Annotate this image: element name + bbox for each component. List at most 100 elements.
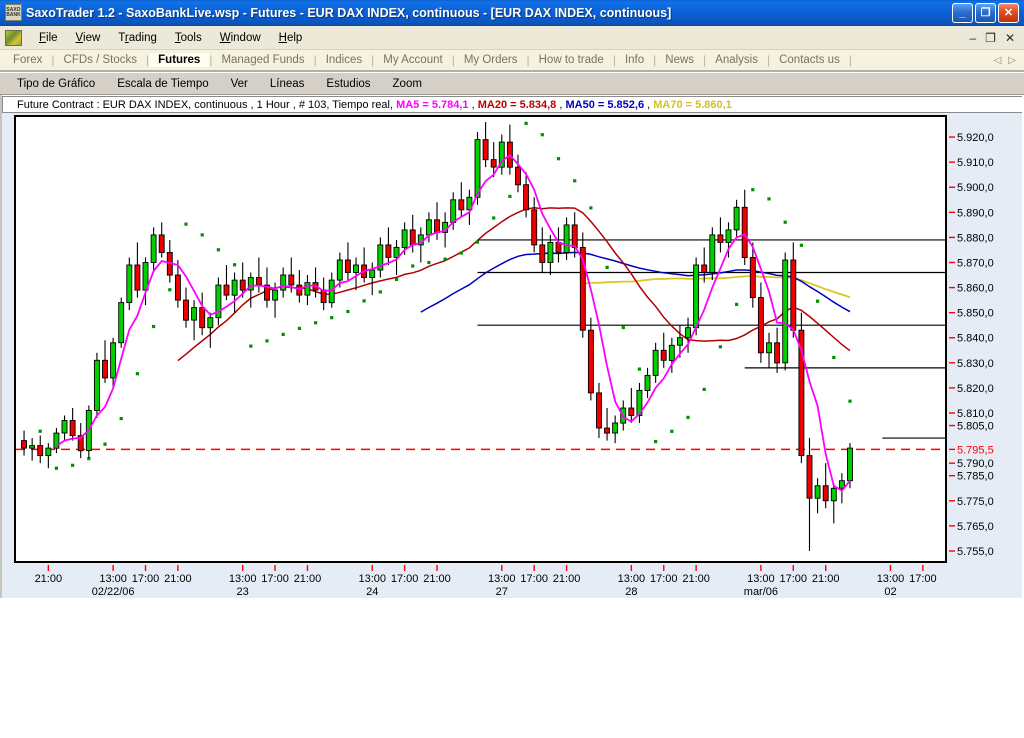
candle-body [757, 297, 764, 354]
menu-item-help[interactable]: Help [270, 30, 312, 46]
candle-body [199, 307, 206, 329]
menu-item-trading[interactable]: Trading [109, 30, 166, 46]
x-axis-time-label: 17:00 [909, 573, 937, 585]
candle-body [782, 259, 789, 364]
candle-body [660, 349, 667, 361]
chart-menu-tipo-de-grafico[interactable]: Tipo de Gráfico [6, 76, 106, 92]
y-axis-label: 5.870,0 [957, 257, 994, 269]
y-axis-label: 5.920,0 [957, 132, 994, 144]
chart-toolbar-items: Tipo de Gráfico Escala de Tiempo Ver Líneas… [6, 76, 433, 92]
candle-body [774, 342, 781, 364]
candle-body [223, 284, 230, 296]
chart-menu-zoom[interactable]: Zoom [382, 76, 433, 92]
nav-tab-cfds-stocks[interactable]: CFDs / Stocks [55, 53, 146, 67]
sar-dot [670, 429, 674, 433]
sar-dot [119, 417, 123, 421]
nav-tab-news[interactable]: News [656, 53, 703, 67]
chart-plot-area[interactable] [14, 115, 947, 563]
candle-body [385, 244, 392, 258]
x-axis-time-label: 21:00 [35, 573, 63, 585]
nav-tab-my-orders[interactable]: My Orders [455, 53, 527, 67]
candle-body [280, 274, 287, 291]
sar-dot [832, 355, 836, 360]
menu-bar: File View Trading Tools Window Help – ❐ ✕ [0, 26, 1024, 50]
close-button[interactable]: ✕ [998, 2, 1019, 23]
candle-body [709, 234, 716, 273]
sar-dot [686, 415, 690, 419]
mdi-restore-button[interactable]: ❐ [985, 31, 996, 45]
indicator-ma20-value: MA20 = 5.834,8 [477, 98, 557, 111]
chart-menu-estudios[interactable]: Estudios [315, 76, 381, 92]
minimize-button[interactable]: _ [952, 2, 973, 23]
sar-dot [702, 387, 706, 391]
nav-scroll-controls: ◁ ▷ [994, 55, 1024, 66]
sar-dot [394, 277, 399, 281]
candlestick-chart [16, 121, 945, 551]
y-axis-label: 5.840,0 [957, 333, 994, 345]
indicator-ma5-value: MA5 = 5.784,1 [396, 98, 469, 111]
y-axis-label: 5.765,0 [957, 521, 994, 533]
candle-body [272, 289, 279, 301]
title-bar: SAXO BANK SaxoTrader 1.2 - SaxoBankLive.w… [0, 0, 1024, 26]
candle-body [183, 299, 189, 321]
candle-body [231, 279, 238, 296]
sar-dot [427, 260, 431, 265]
menu-items: File View Trading Tools Window Help [30, 30, 311, 46]
x-axis-time-label: 13:00 [99, 573, 127, 585]
sar-dot [589, 206, 593, 210]
contract-info-text: Future Contract : EUR DAX INDEX, continu… [17, 98, 390, 111]
x-axis-time-label: 13:00 [747, 573, 775, 585]
nav-tab-managed-funds[interactable]: Managed Funds [212, 53, 313, 67]
sar-dot [718, 345, 722, 349]
candle-body [725, 229, 732, 243]
y-axis-label: 5.910,0 [957, 157, 994, 169]
candle-body [717, 234, 724, 243]
candle-body [701, 264, 708, 273]
document-icon [5, 29, 22, 46]
sar-dot [573, 179, 577, 183]
menu-item-view[interactable]: View [67, 30, 110, 46]
nav-tab-info[interactable]: Info [616, 53, 653, 67]
mdi-close-button[interactable]: ✕ [1005, 31, 1015, 45]
candle-body [766, 342, 772, 354]
nav-tab-my-account[interactable]: My Account [374, 53, 451, 67]
sar-dot [200, 233, 204, 237]
candle-body [118, 302, 125, 344]
candle-body [93, 359, 100, 411]
candle-body [749, 257, 756, 299]
chart-toolbar: Tipo de Gráfico Escala de Tiempo Ver Líneas… [0, 72, 1024, 95]
chart-panel: 5.920,0 5.910,0 5.900,0 5.890,0 5.880,0 5.870… [2, 113, 1022, 598]
sar-dot [362, 299, 366, 303]
sar-dot [216, 248, 220, 252]
sar-dot [816, 299, 820, 303]
sar-dot [799, 243, 803, 247]
indicator-separator: , [644, 98, 654, 111]
nav-tab-indices[interactable]: Indices [317, 53, 371, 67]
chart-menu-ver[interactable]: Ver [220, 76, 259, 92]
candle-body [296, 284, 303, 296]
menu-item-file[interactable]: File [30, 30, 67, 46]
mdi-minimize-button[interactable]: – [969, 31, 976, 45]
nav-tab-futures[interactable]: Futures [149, 53, 210, 67]
nav-tab-how-to-trade[interactable]: How to trade [530, 53, 613, 67]
candle-body [61, 420, 68, 434]
nav-scroll-right-icon[interactable]: ▷ [1008, 55, 1016, 66]
chart-menu-lineas[interactable]: Líneas [259, 76, 316, 92]
restore-button[interactable]: ❐ [975, 2, 996, 23]
candle-body [45, 447, 52, 457]
nav-tab-contacts-us[interactable]: Contacts us [770, 53, 849, 67]
x-axis-date-label: 24 [366, 586, 378, 598]
sar-dot [605, 265, 609, 269]
menu-item-tools[interactable]: Tools [166, 30, 211, 46]
candle-body [596, 392, 602, 429]
minimize-icon: _ [959, 6, 966, 19]
candle-body [741, 206, 748, 258]
nav-tab-forex[interactable]: Forex [4, 53, 51, 67]
menu-item-window[interactable]: Window [211, 30, 270, 46]
nav-tab-analysis[interactable]: Analysis [706, 53, 767, 67]
candle-body [134, 264, 141, 291]
candle-body [304, 282, 311, 296]
candle-body [806, 455, 813, 499]
chart-menu-escala-de-tiempo[interactable]: Escala de Tiempo [106, 76, 219, 92]
nav-scroll-left-icon[interactable]: ◁ [994, 55, 1002, 66]
